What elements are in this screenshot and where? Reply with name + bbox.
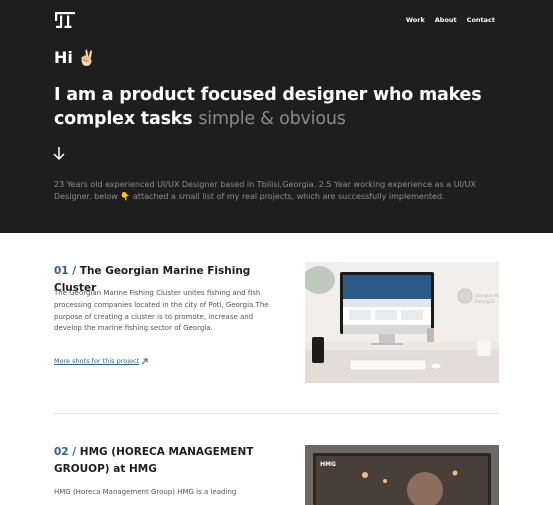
- project-title-2[interactable]: 02 / HMG (HORECA MANAGEMENT GROUOP) at H…: [54, 444, 259, 478]
- project-name: HMG (HORECA MANAGEMENT GROUOP) at HMG: [54, 446, 254, 475]
- desk-mockup-illustration: Georgian Marine Fishing Cl.: [305, 262, 499, 383]
- hero-section: Work About Contact Hi ✌🏻 I am a product …: [0, 0, 553, 233]
- pointing-down-icon: 👇: [120, 192, 131, 201]
- section-divider: [54, 413, 499, 414]
- victory-hand-icon: ✌🏻: [77, 48, 97, 67]
- intro-text: 23 Years old experienced UI/UX Designer …: [54, 179, 504, 203]
- project-description-2: HMG (Horeca Management Group) HMG is a l…: [54, 488, 237, 496]
- greeting-text: Hi: [54, 48, 73, 67]
- project-image-2[interactable]: HMG: [305, 445, 499, 505]
- project-description-1: The Georgian Marine Fishing Cluster unit…: [54, 289, 269, 333]
- svg-text:Fishing Cl.: Fishing Cl.: [475, 299, 495, 304]
- project-number: 02: [54, 446, 69, 458]
- more-shots-link[interactable]: More shots for this project: [54, 357, 148, 365]
- hero-headline: I am a product focused designer who make…: [54, 83, 494, 131]
- svg-text:Georgian Marine: Georgian Marine: [475, 293, 499, 298]
- nav-link-contact[interactable]: Contact: [467, 16, 495, 24]
- arrow-up-right-icon: [141, 358, 148, 364]
- hmg-brand-text: HMG: [320, 461, 336, 468]
- top-nav: Work About Contact: [406, 16, 495, 24]
- hmg-mockup-illustration: HMG: [305, 445, 499, 505]
- nav-link-about[interactable]: About: [435, 16, 457, 24]
- project-image-1[interactable]: Georgian Marine Fishing Cl.: [305, 262, 499, 383]
- arrow-down-icon[interactable]: [52, 145, 66, 161]
- greeting: Hi ✌🏻: [54, 48, 97, 67]
- logo-mark-icon[interactable]: [55, 12, 75, 28]
- nav-link-work[interactable]: Work: [406, 16, 425, 24]
- headline-muted: simple & obvious: [198, 109, 346, 129]
- project-number: 01: [54, 265, 69, 277]
- intro-text-end: attached a small list of my real project…: [132, 192, 445, 201]
- more-shots-label: More shots for this project: [54, 357, 140, 365]
